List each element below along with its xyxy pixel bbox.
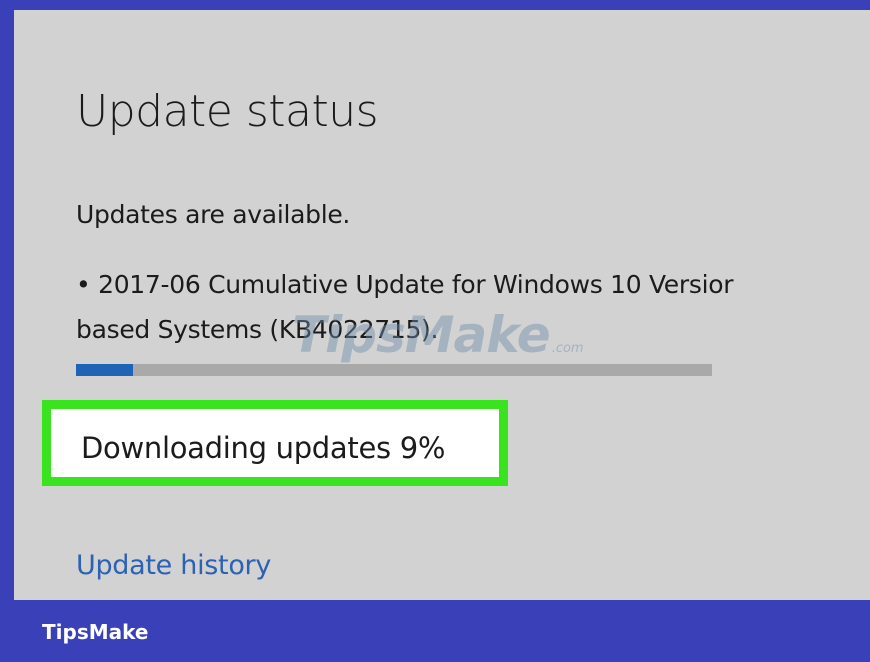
- download-status-text: Downloading updates 9%: [81, 431, 446, 465]
- download-progress-fill: [76, 364, 134, 376]
- update-list-item: • 2017-06 Cumulative Update for Windows …: [76, 262, 734, 352]
- page-title: Update status: [76, 86, 379, 137]
- windows-update-panel: Update status Updates are available. • 2…: [14, 10, 870, 600]
- download-status-highlight: Downloading updates 9%: [42, 400, 508, 486]
- update-history-link[interactable]: Update history: [76, 550, 271, 581]
- status-message: Updates are available.: [76, 200, 351, 229]
- update-item-line-2: based Systems (KB4022715).: [76, 315, 439, 344]
- download-progress-bar: [76, 364, 712, 376]
- update-item-line-1: • 2017-06 Cumulative Update for Windows …: [76, 270, 734, 299]
- footer-brand: TipsMake: [42, 620, 149, 644]
- image-frame: Update status Updates are available. • 2…: [0, 0, 870, 662]
